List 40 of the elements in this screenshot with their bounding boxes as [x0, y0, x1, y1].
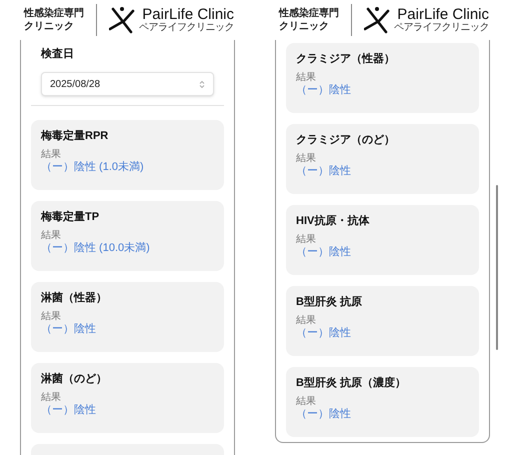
clinic-tagline: 性感染症専門 — [24, 7, 84, 20]
test-name: 梅毒定量RPR — [41, 129, 108, 143]
brand-name: PairLife Clinic — [142, 7, 234, 22]
clinic-tagline: クリニック — [24, 20, 75, 33]
date-select[interactable]: 2025/08/28 — [41, 72, 214, 96]
result-value: （ー）陰性 — [296, 83, 351, 97]
result-value: （ー）陰性 — [296, 245, 351, 259]
result-label: 結果 — [41, 149, 61, 160]
result-value: （ー）陰性 — [296, 407, 351, 421]
test-name: B型肝炎 抗原（濃度） — [296, 376, 406, 390]
result-label: 結果 — [296, 396, 316, 407]
brand-kana: ペアライフクリニック — [139, 23, 234, 33]
test-name: HIV抗原・抗体 — [296, 214, 370, 228]
result-label: 結果 — [41, 392, 61, 403]
logo-icon — [109, 6, 135, 34]
chevron-updown-icon — [199, 80, 205, 88]
result-value: （ー）陰性 — [41, 403, 96, 417]
brand-kana: ペアライフクリニック — [394, 23, 489, 33]
test-name: 淋菌（性器） — [41, 291, 107, 305]
result-value: （ー）陰性 — [41, 322, 96, 336]
brand-name: PairLife Clinic — [397, 7, 489, 22]
clinic-tagline: クリニック — [279, 20, 330, 33]
result-label: 結果 — [296, 72, 316, 83]
test-name: 淋菌（のど） — [41, 372, 107, 386]
test-name: クラミジア（性器） — [296, 52, 395, 66]
date-label: 検査日 — [41, 46, 75, 62]
test-name: クラミジア（のど） — [296, 133, 395, 147]
result-value: （ー）陰性 (10.0未満) — [41, 241, 150, 255]
result-value: （ー）陰性 — [296, 326, 351, 340]
test-name: 梅毒定量TP — [41, 210, 100, 224]
result-label: 結果 — [296, 315, 316, 326]
result-value: （ー）陰性 — [296, 164, 351, 178]
clinic-tagline: 性感染症専門 — [279, 7, 339, 20]
result-value: （ー）陰性 (1.0未満) — [41, 160, 144, 174]
logo-icon — [364, 6, 390, 34]
result-label: 結果 — [41, 311, 61, 322]
result-label: 結果 — [41, 230, 61, 241]
result-label: 結果 — [296, 153, 316, 164]
test-name: B型肝炎 抗原 — [296, 295, 362, 309]
result-label: 結果 — [296, 234, 316, 245]
